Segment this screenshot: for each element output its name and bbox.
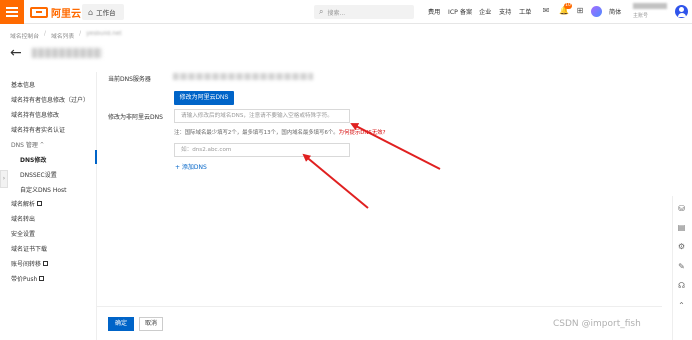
- aliyun-logo[interactable]: 阿里云: [30, 4, 81, 20]
- breadcrumb-domain-list[interactable]: 域名列表: [51, 31, 74, 40]
- breadcrumb-current-blurred: yesbuild.net: [86, 31, 122, 37]
- ai-assistant-icon[interactable]: [591, 6, 602, 17]
- account-info[interactable]: 主账号: [633, 3, 673, 19]
- gear-icon[interactable]: ⚙: [676, 241, 687, 252]
- document-icon[interactable]: ▤: [676, 222, 687, 233]
- watermark: CSDN @import_fish: [553, 319, 641, 329]
- nav-billing[interactable]: 费用: [428, 7, 440, 16]
- external-link-icon: [39, 276, 45, 281]
- headset-icon[interactable]: ☊: [676, 280, 687, 291]
- dns-input-1-placeholder: 请输入修改后的域名DNS，注意请不要输入空格或特殊字符。: [181, 113, 333, 119]
- nav-support[interactable]: 支持: [499, 7, 511, 16]
- sidebar-toggle-icon[interactable]: ›: [0, 170, 8, 188]
- external-link-icon: [37, 201, 43, 206]
- sidebar-item-realname[interactable]: 域名持有者实名认证: [11, 125, 65, 134]
- sidebar-item-price-push[interactable]: 带价Push: [11, 274, 45, 283]
- home-icon: ⌂: [88, 7, 94, 17]
- nav-icp[interactable]: ICP 备案: [448, 7, 472, 16]
- sidebar-item-account-transfer[interactable]: 账号间转移: [11, 259, 49, 268]
- chevron-up-icon: ^: [39, 141, 45, 148]
- active-indicator: [95, 150, 97, 164]
- sidebar-item-custom-dns-host[interactable]: 自定义DNS Host: [20, 185, 67, 194]
- breadcrumb-domain-console[interactable]: 域名控制台: [10, 31, 39, 40]
- breadcrumb-separator: /: [79, 31, 82, 37]
- sidebar-item-label: 基本信息: [11, 82, 36, 89]
- search-box[interactable]: ⌕ 搜索...: [314, 5, 414, 19]
- dns-note: 注：国际域名最少填写2个，最多填写13个，国内域名最多填写6个。为何提示DNS无…: [174, 128, 385, 136]
- annotation-arrow-2: [302, 153, 369, 209]
- sidebar-item-label: 安全设置: [11, 231, 36, 238]
- dns-note-text: 注：国际域名最少填写2个，最多填写13个，国内域名最多填写6个。: [174, 130, 339, 136]
- sidebar-item-label: DNSSEC设置: [20, 172, 57, 179]
- top-bar: 阿里云 ⌂ 工作台 ⌕ 搜索... 费用 ICP 备案 企业 支持 工单 ✉ 🔔…: [0, 0, 692, 24]
- cart-icon[interactable]: ⛁: [676, 203, 687, 214]
- sidebar-item-label: DNS 管理: [11, 142, 38, 149]
- sidebar-item-security[interactable]: 安全设置: [11, 229, 35, 238]
- edit-icon[interactable]: ✎: [676, 261, 687, 272]
- sidebar-item-label: 域名转出: [11, 216, 36, 223]
- sidebar-item-label: 域名持有者实名认证: [11, 127, 66, 134]
- confirm-button[interactable]: 确定: [108, 317, 134, 331]
- breadcrumb-separator: /: [44, 31, 46, 37]
- cart-icon[interactable]: ⊞: [575, 6, 585, 16]
- breadcrumb: 域名控制台 / 域名列表 / yesbuild.net: [10, 31, 122, 40]
- logo-text: 阿里云: [51, 8, 81, 20]
- sidebar-item-owner-transfer[interactable]: 域名持有者信息修改（过户）: [11, 95, 89, 104]
- sidebar-item-label: 账号间转移: [11, 261, 42, 268]
- language-switch[interactable]: 简体: [609, 7, 621, 16]
- search-placeholder: 搜索...: [327, 9, 346, 17]
- sidebar-item-dnssec[interactable]: DNSSEC设置: [20, 170, 57, 179]
- switch-to-aliyun-dns-button[interactable]: 修改为阿里云DNS: [174, 91, 234, 105]
- workspace-label: 工作台: [96, 9, 116, 17]
- sidebar-group-dns[interactable]: DNS 管理 ^: [11, 140, 45, 150]
- notification-badge: 10: [564, 3, 572, 9]
- current-dns-value-blurred: [173, 73, 313, 80]
- nav-ticket[interactable]: 工单: [519, 7, 531, 16]
- external-link-icon: [43, 261, 49, 266]
- avatar[interactable]: [675, 5, 688, 18]
- sidebar-item-label: 域名解析: [11, 201, 36, 208]
- account-name-blurred: [633, 3, 667, 9]
- sidebar-item-label: DNS修改: [20, 157, 47, 164]
- sidebar-item-dns-modify[interactable]: DNS修改: [20, 155, 46, 164]
- sidebar-item-label: 域名持有者信息修改（过户）: [11, 97, 90, 104]
- dns-input-2[interactable]: 如：dns2.abc.com: [174, 143, 350, 157]
- current-dns-label: 当前DNS服务器: [108, 76, 151, 83]
- nav-enterprise[interactable]: 企业: [479, 7, 491, 16]
- dns-invalid-help-link[interactable]: 为何提示DNS无效?: [339, 130, 386, 136]
- add-dns-link[interactable]: + 添加DNS: [175, 162, 207, 171]
- logo-mark-icon: [30, 6, 48, 18]
- back-arrow-icon[interactable]: ←: [10, 46, 22, 60]
- sidebar-item-transfer-out[interactable]: 域名转出: [11, 214, 35, 223]
- hamburger-menu-icon[interactable]: [0, 0, 24, 24]
- search-icon: ⌕: [319, 7, 324, 16]
- chevron-up-icon[interactable]: ⌃: [676, 300, 687, 311]
- dns-input-1[interactable]: 请输入修改后的域名DNS，注意请不要输入空格或特殊字符。: [174, 109, 350, 123]
- workspace-button[interactable]: ⌂ 工作台: [82, 4, 124, 20]
- message-icon[interactable]: ✉: [541, 6, 551, 16]
- dns-input-2-placeholder: 如：dns2.abc.com: [181, 147, 232, 153]
- cancel-button[interactable]: 取消: [139, 317, 163, 331]
- page-title-blurred: [32, 48, 102, 58]
- sidebar-item-holder-info[interactable]: 域名持有信息修改: [11, 110, 59, 119]
- sidebar-item-certificate[interactable]: 域名证书下载: [11, 244, 47, 253]
- sidebar-item-basic-info[interactable]: 基本信息: [11, 80, 35, 89]
- sidebar-item-label: 域名持有信息修改: [11, 112, 60, 119]
- sidebar-item-label: 带价Push: [11, 276, 38, 283]
- sidebar-item-dns-resolve[interactable]: 域名解析: [11, 199, 43, 208]
- annotation-arrows: [302, 123, 441, 209]
- custom-dns-label: 修改为非阿里云DNS: [108, 114, 163, 121]
- account-type: 主账号: [633, 13, 649, 19]
- sidebar-item-label: 自定义DNS Host: [20, 187, 67, 194]
- sidebar-item-label: 域名证书下载: [11, 246, 48, 253]
